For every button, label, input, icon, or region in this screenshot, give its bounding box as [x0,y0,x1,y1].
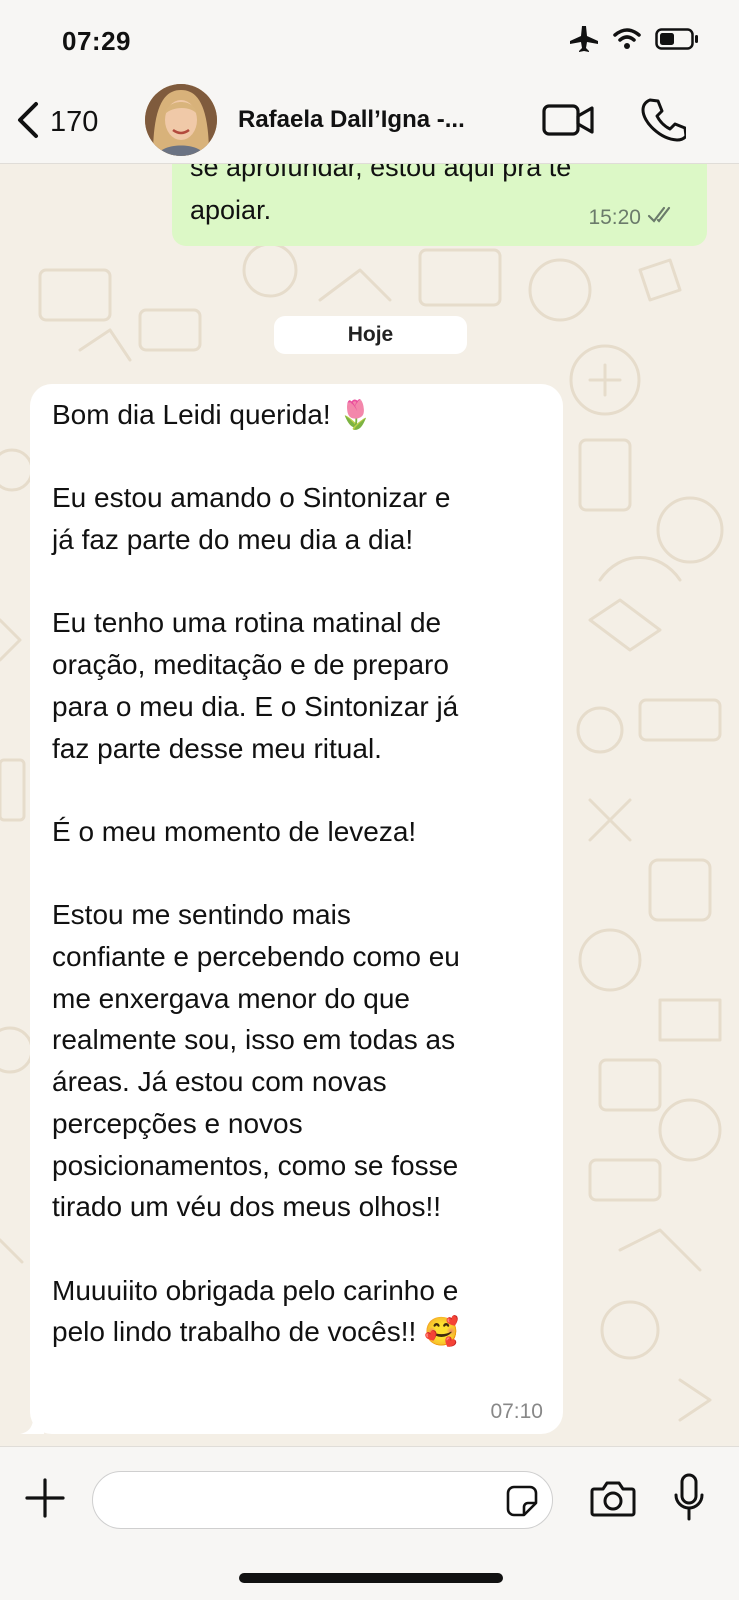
message-line: Bom dia Leidi querida! 🌷 [52,399,374,430]
sticker-icon[interactable] [506,1485,538,1522]
battery-icon [655,27,699,56]
message-line: posicionamentos, como se fosse [52,1149,459,1181]
avatar[interactable] [145,84,217,156]
message-line: oração, meditação e de preparo [52,649,449,681]
outgoing-message[interactable]: se aprofundar, estou aqui pra te apoiar.… [172,164,707,246]
composer-bar [0,1446,739,1600]
message-line: É o meu momento de leveza! [52,815,417,847]
message-line: áreas. Já estou com novas [52,1066,387,1098]
message-line: me enxergava menor do que [52,982,410,1014]
message-line: confiante e percebendo como eu [52,941,460,973]
outgoing-message-meta: 15:20 [588,206,675,230]
date-separator: Hoje [274,316,467,354]
message-line: Eu tenho uma rotina matinal de [52,607,442,639]
video-camera-icon[interactable] [542,100,596,145]
airplane-icon [569,26,599,57]
contact-name[interactable]: Rafaela Dall’Igna -... [238,106,508,134]
message-line: percepções e novos [52,1107,303,1139]
message-line [52,1228,562,1270]
message-line [52,561,562,603]
message-line [52,769,562,811]
message-line: realmente sou, isso em todas as [52,1024,456,1056]
message-line: tirado um véu dos meus olhos!! [52,1191,442,1223]
message-line: Eu estou amando o Sintonizar e [52,482,451,514]
message-line: já faz parte do meu dia a dia! [52,524,414,556]
unread-count: 170 [50,106,99,138]
bubble-tail [20,1410,44,1434]
status-time: 07:29 [62,26,131,56]
camera-icon[interactable] [590,1479,636,1522]
message-line: pelo lindo trabalho de vocês!! 🥰 [52,1316,459,1348]
incoming-message[interactable]: Bom dia Leidi querida! 🌷 Eu estou amando… [20,384,563,1434]
phone-icon[interactable] [640,96,688,147]
wifi-icon [613,28,641,55]
message-input[interactable] [92,1471,553,1529]
message-line: Estou me sentindo mais [52,899,351,931]
incoming-message-text: Bom dia Leidi querida! 🌷 Eu estou amando… [52,394,562,1353]
microphone-icon[interactable] [672,1473,706,1528]
status-icons [569,26,699,57]
home-indicator[interactable] [239,1573,503,1583]
message-line [52,436,562,478]
message-line: faz parte desse meu ritual. [52,732,382,764]
message-line: se aprofundar, estou aqui pra te [190,164,572,182]
chat-header: 170 Rafaela Dall’Igna -... [0,80,739,164]
message-line: Muuuiito obrigada pelo carinho e [52,1274,459,1306]
double-check-icon [647,206,675,230]
back-button[interactable]: 170 [14,100,98,145]
plus-icon[interactable] [24,1477,66,1524]
incoming-message-time: 07:10 [490,1400,543,1423]
chevron-left-icon [14,100,42,145]
outgoing-message-time: 15:20 [588,206,641,229]
status-bar: 07:29 [0,0,739,80]
message-line [52,853,562,895]
message-line: para o meu dia. E o Sintonizar já [52,690,459,722]
